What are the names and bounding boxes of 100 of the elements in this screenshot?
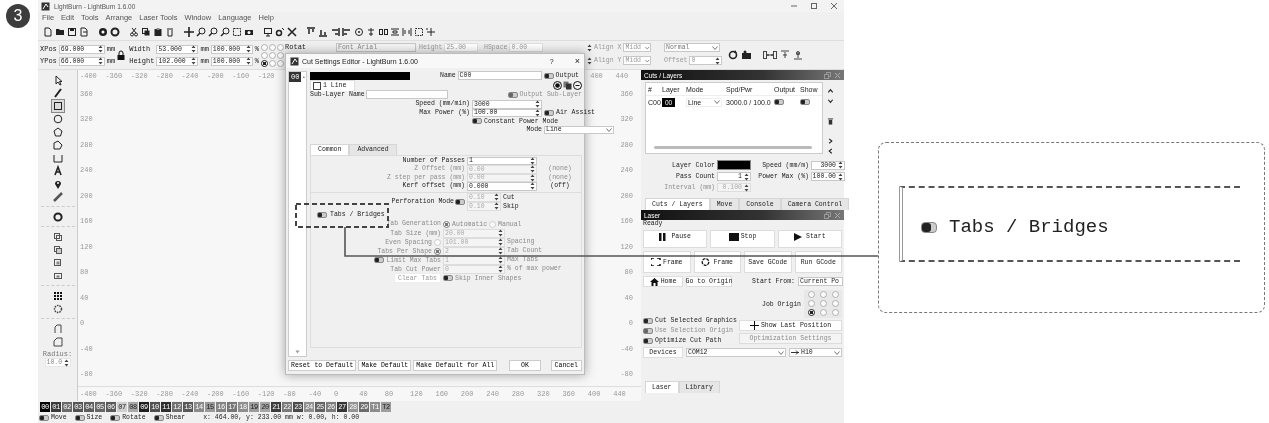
- spin-arrows-icon[interactable]: [498, 265, 503, 273]
- frame-select-icon[interactable]: [232, 26, 242, 37]
- folder-icon[interactable]: [55, 26, 65, 37]
- toggle-switch[interactable]: [317, 211, 327, 218]
- spin-arrows-icon[interactable]: [838, 172, 843, 181]
- offset-ring-icon[interactable]: [51, 210, 64, 223]
- align-right-icon[interactable]: [330, 26, 340, 37]
- radio-button[interactable]: [819, 300, 827, 307]
- save-icon[interactable]: [67, 26, 77, 37]
- toggle-switch[interactable]: [110, 414, 121, 421]
- new-file-icon[interactable]: [43, 26, 53, 37]
- toggle-switch[interactable]: [643, 337, 653, 344]
- radio-button[interactable]: [819, 291, 827, 298]
- radio-button[interactable]: [269, 51, 277, 59]
- chamfer-icon[interactable]: [51, 335, 64, 348]
- circular-array-icon[interactable]: [51, 302, 64, 315]
- spin-arrows-icon[interactable]: [530, 182, 535, 191]
- checkbox[interactable]: [313, 81, 321, 90]
- spin-arrows-icon[interactable]: [530, 156, 535, 165]
- toggle-switch[interactable]: [39, 414, 49, 421]
- spin-arrows-icon[interactable]: [587, 56, 593, 65]
- distribute-icon[interactable]: [378, 26, 388, 37]
- chevron-down-icon[interactable]: [827, 98, 834, 105]
- spin-arrows-icon[interactable]: [494, 202, 499, 210]
- spacing-icon[interactable]: [390, 26, 400, 37]
- radio-button[interactable]: [831, 300, 839, 307]
- copy-icon[interactable]: [141, 26, 151, 37]
- spin-arrows-icon[interactable]: [498, 247, 503, 255]
- radio-button[interactable]: [277, 51, 285, 59]
- radio-button[interactable]: [277, 43, 285, 51]
- maximize-icon[interactable]: [810, 2, 818, 10]
- toggle-switch[interactable]: [455, 198, 465, 205]
- spin-arrows-icon[interactable]: [498, 229, 503, 237]
- ring-icon[interactable]: [110, 26, 120, 37]
- clipboard-icon[interactable]: [153, 26, 163, 37]
- chevron-up-icon[interactable]: [827, 88, 834, 95]
- ruler-icon[interactable]: [51, 190, 64, 203]
- toggle-switch[interactable]: [800, 99, 810, 105]
- zoom-fit-icon[interactable]: [220, 26, 230, 37]
- radio-button[interactable]: [269, 59, 277, 67]
- add-circle-icon[interactable]: [553, 80, 562, 90]
- export-icon[interactable]: [79, 26, 89, 37]
- circle-icon[interactable]: [51, 112, 64, 125]
- spin-arrows-icon[interactable]: [494, 193, 499, 201]
- radio-button[interactable]: [807, 291, 815, 298]
- toggle-switch[interactable]: [153, 414, 164, 421]
- input-field[interactable]: [365, 90, 448, 99]
- align-top-icon[interactable]: [780, 50, 791, 60]
- spin-arrows-icon[interactable]: [715, 56, 721, 65]
- radio-button[interactable]: [807, 300, 815, 307]
- layer-color-swatch[interactable]: [717, 160, 751, 170]
- radio-button[interactable]: [443, 220, 450, 228]
- target-icon[interactable]: [354, 26, 364, 37]
- close-icon[interactable]: [830, 2, 838, 10]
- spin-arrows-icon[interactable]: [744, 183, 749, 192]
- spin-arrows-icon[interactable]: [587, 43, 593, 52]
- lock-icon[interactable]: [117, 50, 126, 60]
- radio-button[interactable]: [831, 291, 839, 298]
- radio-button[interactable]: [807, 309, 815, 316]
- pentagon-icon[interactable]: [51, 138, 64, 151]
- radio-button[interactable]: [261, 59, 269, 67]
- spin-arrows-icon[interactable]: [97, 45, 103, 53]
- spin-arrows-icon[interactable]: [535, 108, 540, 117]
- align-left-icon[interactable]: [342, 26, 352, 37]
- scissors-icon[interactable]: [129, 26, 139, 37]
- subtract-icon[interactable]: [51, 256, 64, 269]
- radio-button[interactable]: [269, 43, 277, 51]
- spin-arrows-icon[interactable]: [245, 57, 251, 65]
- rotate-arrows-icon[interactable]: [728, 50, 739, 60]
- toggle-switch[interactable]: [543, 72, 554, 79]
- align-bottom-icon[interactable]: [793, 50, 804, 60]
- radio-button[interactable]: [831, 309, 839, 316]
- spin-arrows-icon[interactable]: [744, 172, 749, 181]
- layer-color-bar[interactable]: [310, 71, 410, 80]
- trash-icon[interactable]: [827, 117, 834, 125]
- grid-array-icon[interactable]: [51, 289, 64, 302]
- radio-button[interactable]: [261, 43, 269, 51]
- scroll-down-icon[interactable]: [295, 350, 300, 354]
- toggle-switch[interactable]: [544, 109, 554, 116]
- spin-arrows-icon[interactable]: [498, 256, 503, 264]
- zoom-out-icon[interactable]: [208, 26, 218, 37]
- scrollbar[interactable]: [654, 146, 812, 149]
- spin-arrows-icon[interactable]: [191, 57, 197, 65]
- square-icon[interactable]: [51, 99, 64, 112]
- toggle-switch[interactable]: [643, 317, 653, 324]
- toggle-switch[interactable]: [443, 275, 453, 281]
- spin-arrows-icon[interactable]: [838, 161, 843, 169]
- weld-icon[interactable]: [51, 230, 64, 243]
- radio-button[interactable]: [261, 51, 269, 59]
- union-icon[interactable]: [51, 243, 64, 256]
- spin-arrows-icon[interactable]: [498, 238, 503, 246]
- spin-arrows-icon[interactable]: [535, 100, 540, 109]
- pencil-icon[interactable]: [51, 86, 64, 99]
- chevron-left-icon[interactable]: [827, 147, 834, 154]
- close-button[interactable]: ×: [574, 56, 580, 66]
- toggle-switch[interactable]: [774, 99, 784, 105]
- zoom-in-icon[interactable]: [196, 26, 206, 37]
- scroll-up-icon[interactable]: [302, 75, 306, 79]
- letter-a-icon[interactable]: [51, 164, 64, 177]
- spin-arrows-icon[interactable]: [64, 358, 70, 367]
